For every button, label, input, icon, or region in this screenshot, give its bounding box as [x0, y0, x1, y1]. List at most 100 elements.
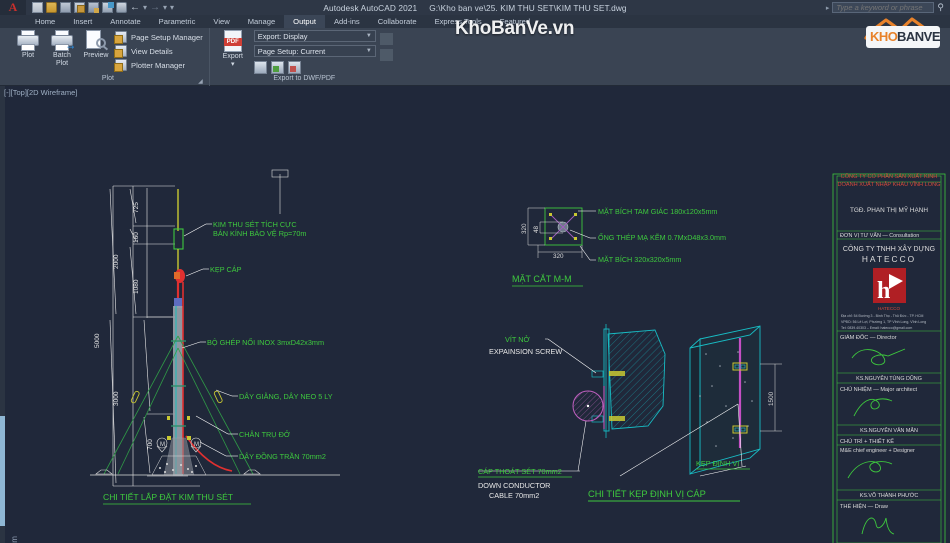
label-protection-radius: BÁN KÍNH BẢO VỆ Rp=70m	[213, 229, 306, 238]
label-position-clamp: KẸP ĐỊNH VỊ	[696, 459, 739, 468]
detail-1-title: CHI TIẾT LẮP ĐẶT KIM THU SÉT	[103, 492, 234, 502]
export-dwf-icon[interactable]	[270, 61, 284, 74]
plotter-manager-button[interactable]: Plotter Manager	[114, 59, 203, 72]
tab-output[interactable]: Output	[284, 15, 325, 28]
cad-drawing: 725 160 1080 2000 5000 3000 700 M M KIM …	[90, 169, 946, 543]
dim-3000: 3000	[113, 391, 120, 406]
panel-plot-title: Plot ◢	[13, 75, 203, 86]
page-setup-icon	[114, 31, 127, 44]
page-setup-select[interactable]: Page Setup: Current ▼	[253, 45, 376, 57]
plot-button-label: Plot	[21, 52, 35, 59]
title-bar: A ← ▾ → ▾ ▾ Autodesk AutoCAD 2021 G:\Kho …	[0, 0, 950, 15]
export-options-icon[interactable]	[379, 33, 393, 45]
tb-hatecco-sub: HATECCO	[878, 306, 901, 311]
export-page-setup-icon[interactable]	[253, 61, 267, 74]
dim-320-h: 320	[553, 253, 564, 260]
label-expansion-screw-vn: VÍT NỞ	[505, 335, 531, 344]
export-button-label: Export	[222, 53, 243, 60]
batch-plot-icon: ➞	[50, 30, 75, 52]
tb-engineer-label-1: CHỦ TRÌ + THIẾT KẾ	[840, 438, 894, 445]
plot-command-list: Page Setup Manager View Details Plotter …	[114, 30, 203, 72]
export-pdf-icon[interactable]	[287, 61, 301, 74]
svg-text:M: M	[160, 442, 165, 448]
label-expansion-screw-en: EXPAINSION SCREW	[489, 347, 562, 356]
plot-button[interactable]: Plot	[13, 30, 43, 60]
signature-director	[851, 348, 906, 366]
tb-addr-3: Tel: 0839.40303 – Email: hatecco@gmail.c…	[841, 326, 912, 330]
tab-collaborate[interactable]: Collaborate	[369, 15, 426, 28]
file-path: G:\Kho ban ve\25. KIM THU SET\KIM THU SE…	[429, 2, 627, 13]
label-down-conductor-en: DOWN CONDUCTOR	[478, 481, 550, 490]
tb-addr-1: Địa chỉ: 54 Đường 3 - Bình Thọ - Thủ Đức…	[841, 314, 923, 318]
tab-manage[interactable]: Manage	[239, 15, 284, 28]
panel-export-title: Export to DWF/PDF	[216, 75, 393, 86]
search-input[interactable]	[832, 2, 935, 13]
export-button[interactable]: PDF Export ▾	[216, 30, 250, 68]
panel-export: PDF Export ▾ Export: Display ▼ Page Setu…	[210, 28, 399, 86]
logo-kho: KHO	[870, 29, 898, 44]
label-base-flange: MẶT BÍCH 320x320x5mm	[598, 255, 681, 264]
tab-insert[interactable]: Insert	[64, 15, 101, 28]
export-combos: Export: Display ▼ Page Setup: Current ▼	[253, 30, 376, 74]
label-triangle-flange: MẶT BÍCH TAM GIÁC 180x120x5mm	[598, 207, 717, 216]
tab-parametric[interactable]: Parametric	[150, 15, 205, 28]
pdf-export-icon: PDF	[220, 30, 246, 52]
label-pole-base: CHÂN TRỤ ĐỞ	[239, 430, 291, 439]
panel-expand-icon[interactable]: ◢	[198, 78, 203, 85]
view-details-button[interactable]: View Details	[114, 45, 203, 58]
dim-5000: 5000	[94, 333, 101, 348]
dim-1080: 1080	[133, 279, 140, 294]
autocad-window: A ← ▾ → ▾ ▾ Autodesk AutoCAD 2021 G:\Kho …	[0, 0, 950, 543]
preview-button[interactable]: Preview	[81, 30, 111, 60]
logo-banve: BANVE	[897, 29, 941, 44]
signature-architect	[853, 398, 893, 417]
drawing-canvas[interactable]: [-][Top][2D Wireframe] 725 160 1080 2000…	[0, 86, 950, 543]
label-down-conductor-vn: CÁP THOÁT SÉT 70mm2	[478, 467, 562, 476]
export-dropdown-icon[interactable]: ▾	[231, 61, 235, 68]
dim-2000: 2000	[113, 254, 120, 269]
view-details-label: View Details	[131, 46, 173, 56]
dim-320-v: 320	[521, 223, 528, 234]
tab-view[interactable]: View	[204, 15, 238, 28]
batch-plot-label-2: Plot	[55, 60, 69, 67]
tb-engineer-name: KS.VÕ THÀNH PHƯỚC	[860, 492, 919, 499]
chevron-down-icon[interactable]: ▼	[366, 33, 372, 39]
watermark-left: mofnorm.com	[10, 536, 19, 543]
chevron-down-icon[interactable]: ▼	[366, 48, 372, 54]
signature-draw	[861, 517, 895, 535]
dim-160: 160	[133, 232, 140, 243]
dim-725: 725	[133, 202, 140, 213]
window-title: Autodesk AutoCAD 2021 G:\Kho ban ve\25. K…	[0, 3, 950, 13]
panel-export-title-text: Export to DWF/PDF	[273, 75, 336, 83]
plotter-manager-label: Plotter Manager	[131, 60, 186, 70]
dim-48: 48	[533, 225, 540, 233]
export-copy-icon[interactable]	[379, 49, 393, 61]
export-scope-select[interactable]: Export: Display ▼	[253, 30, 376, 42]
plotter-manager-icon	[114, 59, 127, 72]
tb-director-name: KS.NGUYỄN TÙNG DŨNG	[856, 375, 922, 382]
dim-1500: 1500	[768, 391, 775, 406]
tab-annotate[interactable]: Annotate	[101, 15, 149, 28]
batch-plot-button[interactable]: ➞ Batch Plot	[47, 30, 77, 68]
search-dropdown-icon[interactable]: ▸	[826, 4, 830, 12]
tb-director-label: GIÁM ĐỐC — Director	[840, 334, 897, 341]
tab-home[interactable]: Home	[26, 15, 64, 28]
search-area: ▸ ⚲	[826, 2, 944, 13]
page-setup-manager-button[interactable]: Page Setup Manager	[114, 31, 203, 44]
batch-plot-button-label: Batch Plot	[53, 52, 71, 68]
watermark-top: KhoBanVe.vn	[455, 18, 575, 39]
plot-icon	[16, 30, 40, 51]
tb-company-2: DOANH XUẤT NHẬP KHẨU VĨNH LONG	[838, 181, 941, 188]
tab-add-ins[interactable]: Add-ins	[325, 15, 369, 28]
label-guy-wire: DÂY GIẰNG, DÂY NEO 5 LY	[239, 392, 333, 401]
export-scope-value: Export: Display	[257, 31, 308, 41]
tb-company-1: CÔNG TY CỔ PHẦN SẢN XUẤT KINH	[841, 173, 938, 180]
tb-architect-name: KS.NGUYỄN VĂN MẪN	[860, 427, 918, 434]
search-icon[interactable]: ⚲	[937, 2, 944, 13]
preview-icon	[84, 30, 108, 51]
tb-tgd: TGĐ. PHAN THỊ MỸ HẠNH	[850, 205, 928, 214]
label-copper-wire: DÂY ĐỒNG TRẦN 70mm2	[239, 451, 326, 461]
tb-draw-label: THỂ HIỆN — Draw	[840, 502, 889, 510]
batch-plot-label-1: Batch	[53, 52, 71, 59]
panel-plot-title-text: Plot	[101, 75, 114, 83]
